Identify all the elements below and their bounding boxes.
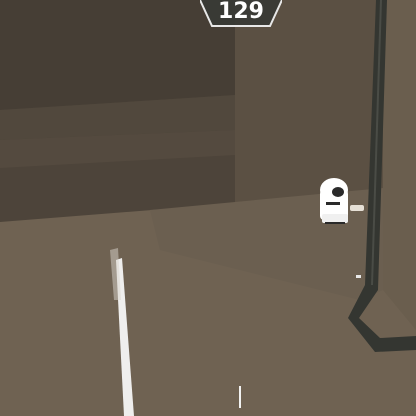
crosshair: [239, 386, 241, 408]
game-viewport[interactable]: 129: [0, 0, 416, 416]
ammo-counter: 129: [200, 0, 282, 27]
environment: [0, 0, 416, 416]
back-wall: [235, 0, 383, 205]
small-marker: [356, 275, 361, 278]
hud-counter-value: 129: [218, 0, 264, 24]
right-wall: [383, 0, 416, 330]
